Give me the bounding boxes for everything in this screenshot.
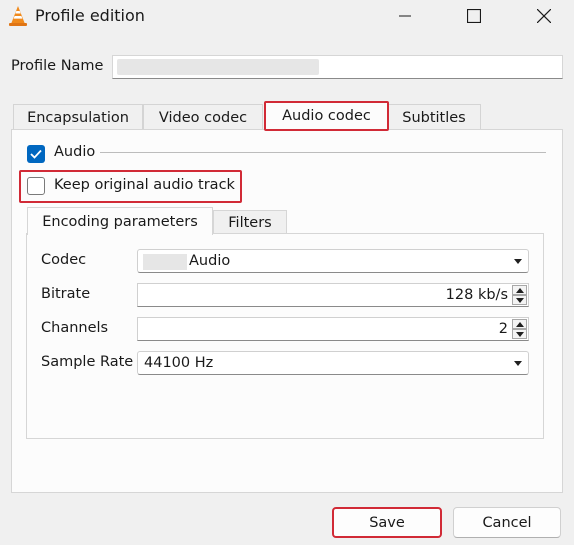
channels-spinbox[interactable]: 2 xyxy=(137,317,529,341)
chevron-down-icon xyxy=(514,361,522,366)
codec-select[interactable]: Audio xyxy=(137,249,529,273)
audio-checkbox-label: Audio xyxy=(54,144,96,160)
tab-label: Audio codec xyxy=(282,108,371,124)
tab-label: Video codec xyxy=(158,109,248,126)
tab-filters[interactable]: Filters xyxy=(213,210,287,234)
group-divider xyxy=(100,152,546,153)
tab-label: Encoding parameters xyxy=(42,213,198,230)
codec-value: Audio xyxy=(189,253,231,269)
close-button[interactable] xyxy=(515,0,573,32)
tab-audio-codec[interactable]: Audio codec xyxy=(264,101,389,131)
close-icon xyxy=(537,9,551,23)
sample-rate-value: 44100 Hz xyxy=(144,355,214,371)
tab-label: Encapsulation xyxy=(27,109,129,126)
checkmark-icon xyxy=(30,149,42,159)
tab-subtitles[interactable]: Subtitles xyxy=(387,104,481,130)
arrow-down-icon xyxy=(515,331,524,337)
window-title: Profile edition xyxy=(35,6,145,25)
minimize-button[interactable] xyxy=(376,0,434,32)
sample-rate-select[interactable]: 44100 Hz xyxy=(137,351,529,375)
bitrate-value: 128 kb/s xyxy=(445,287,508,303)
channels-increment-button[interactable] xyxy=(512,319,527,329)
tab-encapsulation[interactable]: Encapsulation xyxy=(13,104,143,130)
bitrate-increment-button[interactable] xyxy=(512,285,527,295)
audio-checkbox[interactable] xyxy=(27,145,45,163)
cancel-button[interactable]: Cancel xyxy=(453,507,561,538)
tab-encoding-parameters[interactable]: Encoding parameters xyxy=(27,207,213,235)
save-button-label: Save xyxy=(369,514,405,531)
tab-label: Filters xyxy=(228,214,272,231)
title-bar: Profile edition xyxy=(0,0,574,32)
profile-name-value-redacted xyxy=(117,59,319,75)
save-button[interactable]: Save xyxy=(332,507,442,538)
cancel-button-label: Cancel xyxy=(482,514,532,531)
keep-original-checkbox[interactable] xyxy=(27,177,45,195)
arrow-up-icon xyxy=(515,287,524,293)
arrow-down-icon xyxy=(515,297,524,303)
channels-value: 2 xyxy=(498,321,508,337)
keep-original-label[interactable]: Keep original audio track xyxy=(54,177,235,193)
minimize-icon xyxy=(399,15,411,17)
codec-name-redacted xyxy=(143,254,187,270)
maximize-icon xyxy=(467,9,481,23)
codec-label: Codec xyxy=(41,252,87,268)
channels-label: Channels xyxy=(41,320,109,336)
chevron-down-icon xyxy=(514,259,522,264)
tab-label: Subtitles xyxy=(402,109,466,126)
profile-name-label: Profile Name xyxy=(11,58,104,74)
bitrate-spinbox[interactable]: 128 kb/s xyxy=(137,283,529,307)
channels-decrement-button[interactable] xyxy=(512,329,527,339)
bitrate-decrement-button[interactable] xyxy=(512,295,527,305)
tab-video-codec[interactable]: Video codec xyxy=(143,104,263,130)
profile-name-input[interactable] xyxy=(112,55,563,79)
maximize-button[interactable] xyxy=(445,0,503,32)
bitrate-label: Bitrate xyxy=(41,286,91,302)
vlc-cone-icon xyxy=(9,6,27,26)
arrow-up-icon xyxy=(515,321,524,327)
sample-rate-label: Sample Rate xyxy=(41,354,134,370)
